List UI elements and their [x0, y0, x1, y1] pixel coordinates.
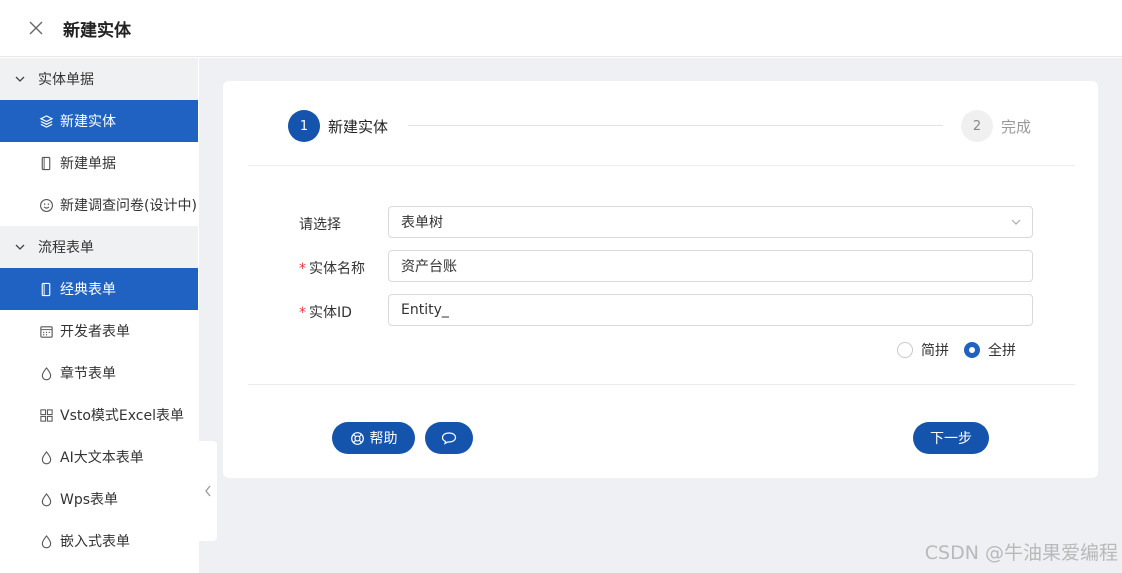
comment-icon: [441, 432, 457, 445]
entity-id-label-text: 实体ID: [309, 305, 352, 321]
sidebar-group-label: 实体单据: [38, 72, 94, 88]
sidebar: 实体单据 新建实体 新建单据 新建调查问卷(设计中) 流程表单 经典表单 开发者…: [0, 58, 198, 573]
main-area: 1 新建实体 2 完成 请选择 表单树 * 实体名称 资产台账 * 实体ID Ent…: [199, 58, 1122, 573]
help-button[interactable]: 帮助: [332, 422, 415, 454]
step-label-2: 完成: [1001, 118, 1032, 136]
form-tree-select[interactable]: 表单树: [388, 206, 1033, 238]
form-card: 1 新建实体 2 完成 请选择 表单树 * 实体名称 资产台账 * 实体ID Ent…: [223, 81, 1098, 478]
smile-icon: [38, 197, 54, 213]
sidebar-item-label: 章节表单: [60, 366, 116, 382]
entity-name-label: * 实体名称: [299, 258, 365, 278]
document-icon: [38, 155, 54, 171]
pinyin-short-option[interactable]: 简拼: [897, 340, 949, 360]
sidebar-group-flow-forms[interactable]: 流程表单: [0, 226, 198, 268]
divider: [248, 384, 1075, 385]
drop-icon: [38, 365, 54, 381]
sidebar-item-new-survey[interactable]: 新建调查问卷(设计中): [0, 184, 198, 226]
divider: [248, 165, 1075, 166]
drop-icon: [38, 491, 54, 507]
sidebar-item-label: 开发者表单: [60, 324, 130, 340]
step-label-1: 新建实体: [328, 118, 389, 136]
sidebar-item-label: 嵌入式表单: [60, 534, 130, 550]
sidebar-item-new-document[interactable]: 新建单据: [0, 142, 198, 184]
radio-short-pinyin[interactable]: [897, 342, 913, 358]
entity-id-input[interactable]: Entity_: [388, 294, 1033, 326]
entity-id-label: * 实体ID: [299, 302, 352, 322]
pinyin-full-option[interactable]: 全拼: [964, 340, 1016, 360]
sidebar-item-ai-text-form[interactable]: AI大文本表单: [0, 436, 198, 478]
lifebuoy-icon: [350, 431, 364, 445]
calendar-icon: [38, 323, 54, 339]
sidebar-item-embedded-form[interactable]: 嵌入式表单: [0, 520, 198, 562]
sidebar-collapse-handle[interactable]: [199, 441, 217, 541]
close-icon[interactable]: [24, 16, 48, 40]
drop-icon: [38, 533, 54, 549]
sidebar-item-classic-form[interactable]: 经典表单: [0, 268, 198, 310]
sidebar-item-wps-form[interactable]: Wps表单: [0, 478, 198, 520]
sidebar-item-new-entity[interactable]: 新建实体: [0, 100, 198, 142]
chevron-left-icon: [205, 485, 211, 497]
sidebar-item-label: Vsto模式Excel表单: [60, 408, 185, 424]
comment-button[interactable]: [425, 422, 473, 454]
sidebar-item-label: 新建实体: [60, 114, 116, 130]
step-connector: [408, 125, 943, 126]
required-mark: *: [299, 305, 306, 321]
steps-bar: 1 新建实体 2 完成: [288, 110, 1058, 144]
step-number-1: 1: [288, 110, 320, 142]
step-number-2: 2: [961, 110, 993, 142]
watermark: CSDN @牛油果爱编程: [924, 542, 1118, 564]
chevron-down-icon: [14, 73, 26, 85]
grid-icon: [38, 407, 54, 423]
sidebar-item-label: 新建单据: [60, 156, 116, 172]
dialog-header: 新建实体: [0, 0, 1122, 57]
drop-icon: [38, 449, 54, 465]
select-value: 表单树: [401, 215, 443, 231]
sidebar-item-label: Wps表单: [60, 492, 119, 508]
sidebar-item-label: 新建调查问卷(设计中): [60, 198, 197, 214]
sidebar-item-label: AI大文本表单: [60, 450, 144, 466]
dialog-title: 新建实体: [63, 21, 131, 41]
next-step-button-label: 下一步: [930, 431, 972, 447]
sidebar-group-entity[interactable]: 实体单据: [0, 58, 198, 100]
entity-name-label-text: 实体名称: [309, 261, 365, 277]
sidebar-item-label: 经典表单: [60, 282, 116, 298]
radio-label: 全拼: [988, 343, 1016, 359]
sidebar-item-chapter-form[interactable]: 章节表单: [0, 352, 198, 394]
radio-label: 简拼: [921, 343, 949, 359]
required-mark: *: [299, 261, 306, 277]
chevron-down-icon: [1010, 216, 1022, 232]
radio-full-pinyin[interactable]: [964, 342, 980, 358]
book-icon: [38, 281, 54, 297]
entity-name-input[interactable]: 资产台账: [388, 250, 1033, 282]
select-label: 请选择: [299, 217, 341, 233]
sidebar-item-developer-form[interactable]: 开发者表单: [0, 310, 198, 352]
chevron-down-icon: [14, 241, 26, 253]
sidebar-item-vsto-excel-form[interactable]: Vsto模式Excel表单: [0, 394, 198, 436]
help-button-label: 帮助: [369, 431, 398, 447]
sidebar-group-label: 流程表单: [38, 240, 94, 256]
layers-icon: [38, 113, 54, 129]
next-step-button[interactable]: 下一步: [913, 422, 989, 454]
